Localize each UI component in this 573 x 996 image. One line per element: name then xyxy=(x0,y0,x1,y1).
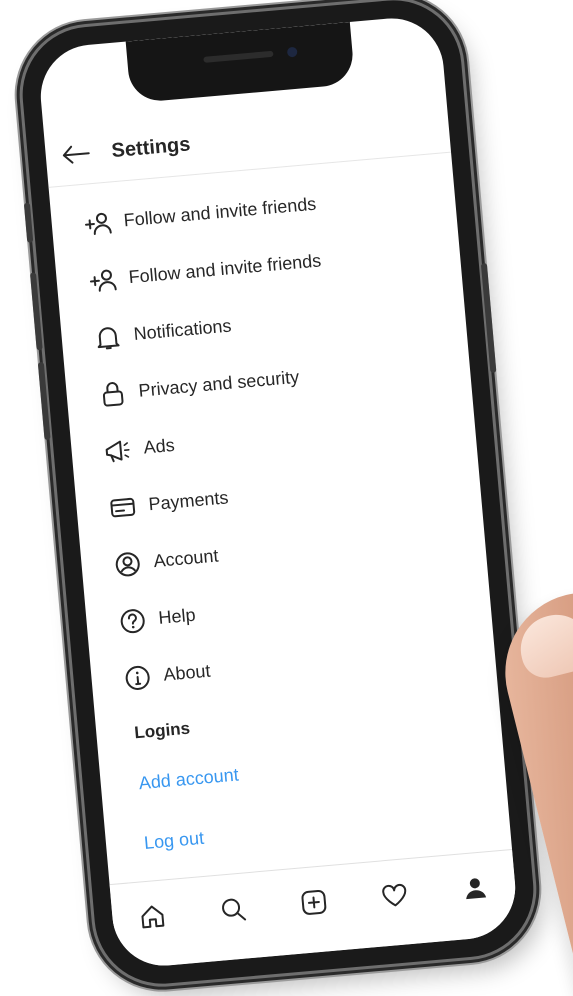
help-circle-icon xyxy=(115,603,150,638)
screen: Settings Follow and invite friends Follo… xyxy=(36,14,520,970)
front-camera xyxy=(286,46,298,58)
fingernail xyxy=(513,607,573,683)
menu-item-label: Ads xyxy=(142,434,176,458)
settings-menu: Follow and invite friends Follow and inv… xyxy=(50,164,497,710)
home-icon[interactable] xyxy=(134,898,171,935)
card-icon xyxy=(105,490,140,525)
menu-item-label: Privacy and security xyxy=(137,366,300,401)
menu-item-label: Account xyxy=(152,545,220,572)
profile-icon[interactable] xyxy=(456,870,493,907)
bell-icon xyxy=(90,319,125,354)
photo-stage: Settings Follow and invite friends Follo… xyxy=(0,0,573,996)
page-title: Settings xyxy=(110,132,192,162)
menu-item-label: Help xyxy=(157,604,197,628)
add-account-link[interactable]: Add account xyxy=(138,765,240,795)
speaker xyxy=(203,50,274,63)
add-person-icon xyxy=(81,206,116,241)
phone: Settings Follow and invite friends Follo… xyxy=(17,0,539,990)
info-circle-icon xyxy=(120,660,155,695)
menu-item-label: Follow and invite friends xyxy=(127,250,322,288)
account-circle-icon xyxy=(110,547,145,582)
back-arrow-icon[interactable] xyxy=(43,122,108,187)
menu-item-label: Payments xyxy=(147,487,230,515)
add-person-icon xyxy=(86,263,121,298)
lock-icon xyxy=(95,376,130,411)
menu-item-label: Follow and invite friends xyxy=(122,193,317,231)
menu-item-label: About xyxy=(162,660,212,685)
heart-icon[interactable] xyxy=(376,877,413,914)
new-post-icon[interactable] xyxy=(295,884,332,921)
search-icon[interactable] xyxy=(215,891,252,928)
megaphone-icon xyxy=(100,433,135,468)
logins-heading: Logins xyxy=(133,718,191,743)
menu-item-label: Notifications xyxy=(132,315,233,344)
log-out-link[interactable]: Log out xyxy=(143,828,205,854)
